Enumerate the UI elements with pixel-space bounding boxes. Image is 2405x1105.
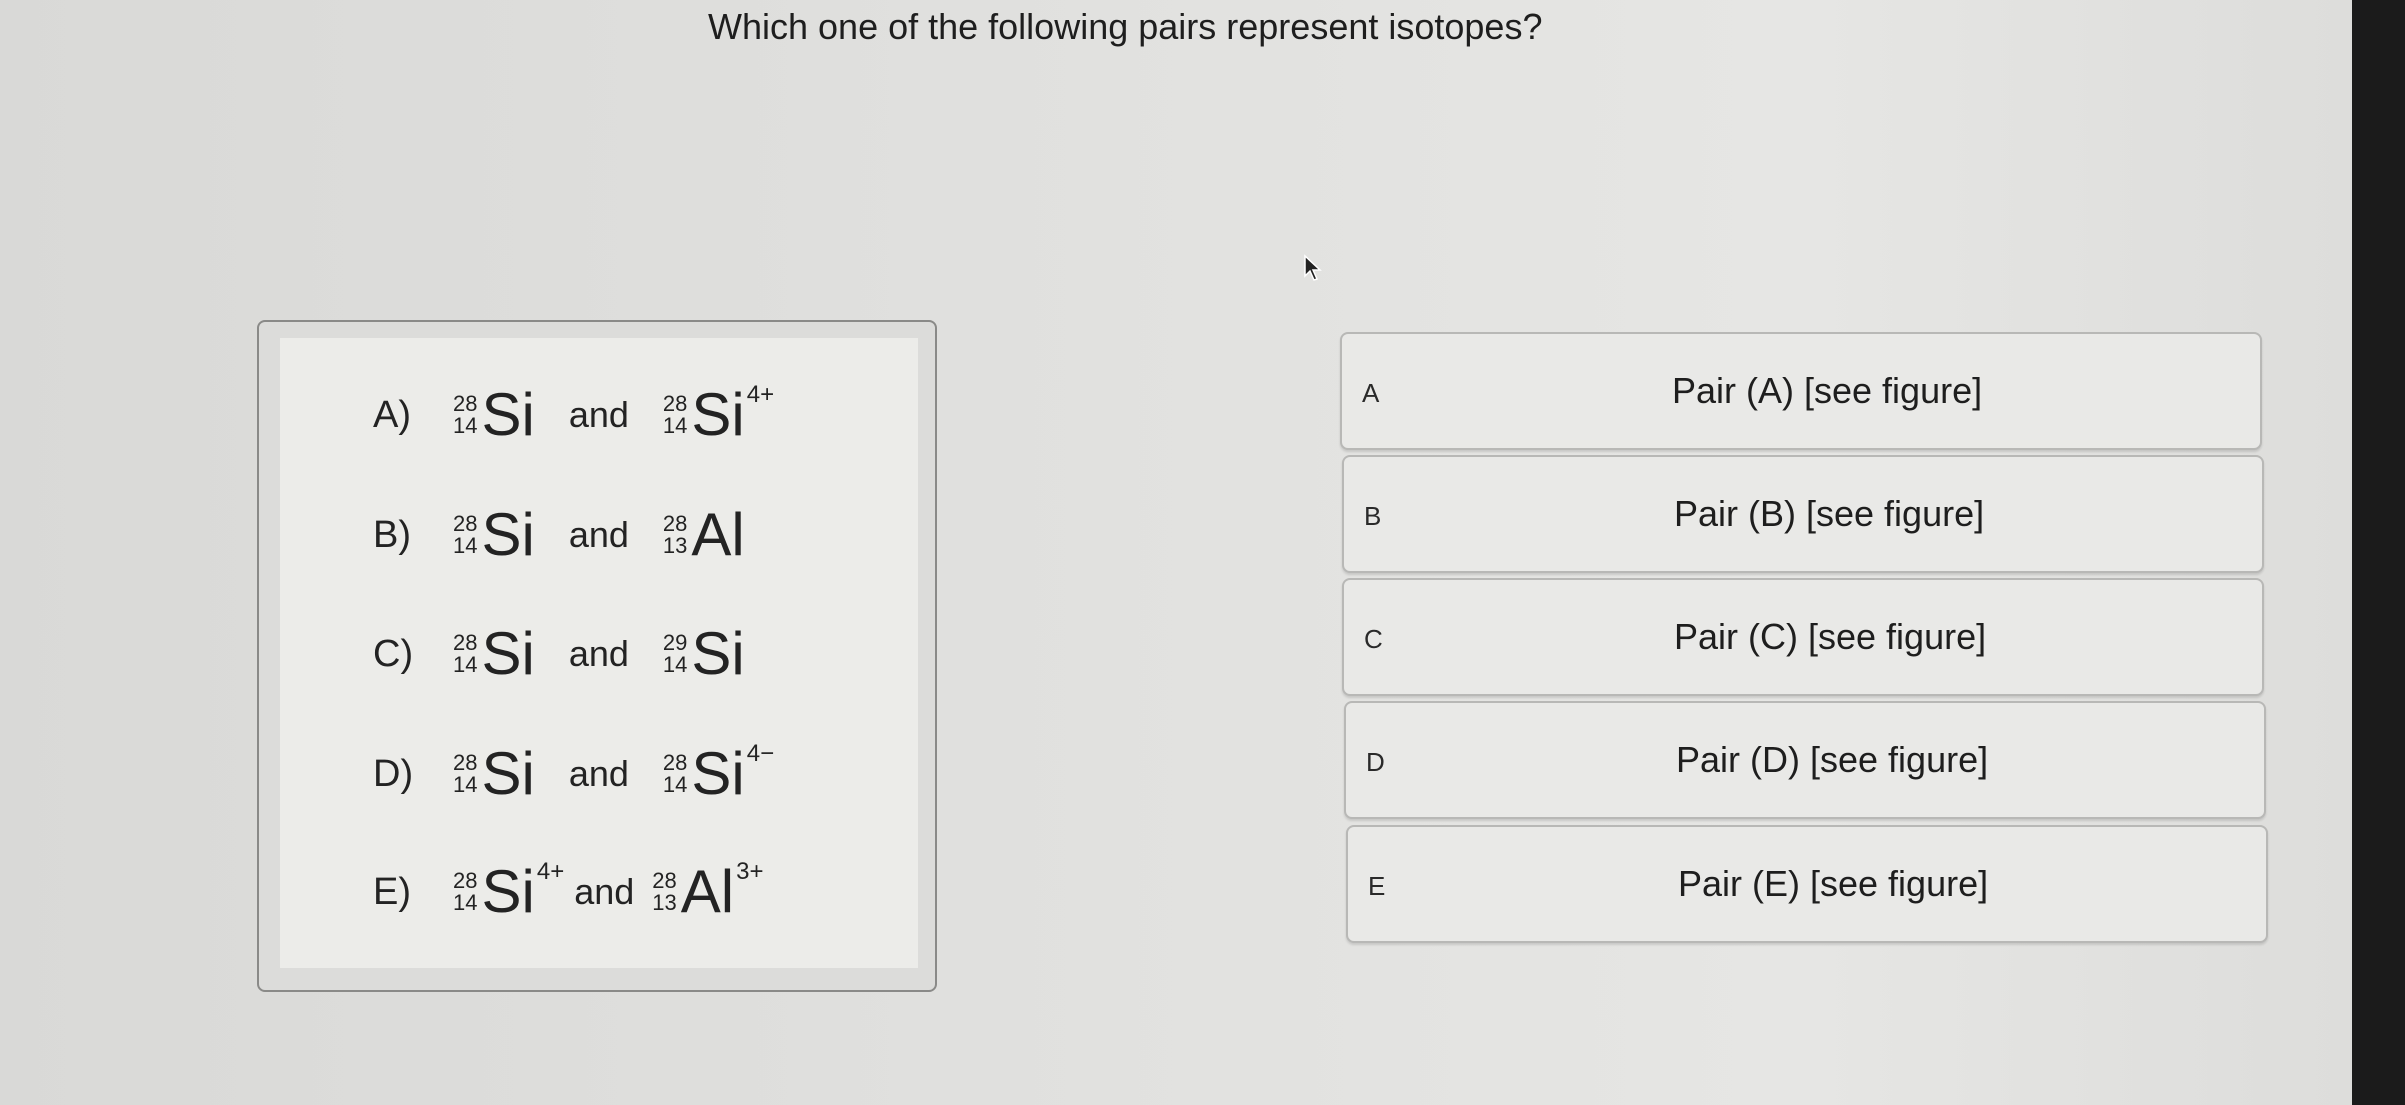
mass-number: 28: [652, 868, 677, 893]
nuclide-right: 28 13 Al 3+: [652, 858, 763, 925]
atomic-number: 14: [453, 533, 478, 558]
and-word: and: [574, 871, 635, 912]
ion-charge: 3+: [736, 858, 764, 885]
option-label: Pair (C) [see figure]: [1674, 616, 1987, 657]
answer-option-d[interactable]: D Pair (D) [see figure]: [1344, 701, 2266, 819]
figure-row-letter: B): [373, 513, 411, 556]
atomic-number: 13: [652, 890, 677, 915]
atomic-number: 14: [453, 890, 478, 915]
figure-row-d: D) 28 14 Si and 28 14 Si 4−: [373, 734, 774, 814]
option-letter: A: [1362, 378, 1380, 408]
element-symbol: Si: [481, 381, 535, 448]
element-symbol: Si: [481, 740, 535, 807]
atomic-number: 14: [662, 652, 688, 677]
question-text: Which one of the following pairs represe…: [708, 6, 1543, 47]
element-symbol: Si: [481, 858, 535, 925]
mass-number: 28: [453, 391, 478, 416]
ion-charge: 4+: [536, 858, 565, 885]
atomic-number: 13: [662, 533, 688, 558]
figure-row-c: C) 28 14 Si and 29 14 Si: [373, 614, 745, 694]
nuclide-left: 28 14 Si: [453, 385, 535, 445]
ion-charge: 4−: [746, 740, 775, 767]
mass-number: 29: [662, 630, 688, 655]
mass-number: 28: [662, 750, 688, 775]
mass-number: 28: [662, 391, 688, 416]
atomic-number: 14: [453, 652, 478, 677]
mouse-pointer-icon: [1304, 254, 1322, 281]
atomic-number: 14: [662, 413, 688, 438]
option-letter: E: [1368, 871, 1386, 901]
nuclide-left: 28 14 Si 4+: [453, 858, 564, 925]
option-label: Pair (A) [see figure]: [1672, 370, 1983, 411]
and-word: and: [568, 633, 629, 674]
atomic-number: 14: [662, 772, 688, 797]
option-label: Pair (B) [see figure]: [1674, 493, 1985, 534]
mass-number: 28: [662, 511, 688, 536]
element-symbol: Si: [481, 501, 535, 568]
element-symbol: Si: [691, 620, 745, 687]
figure-row-letter: C): [373, 632, 414, 675]
mass-number: 28: [453, 868, 478, 893]
figure-row-letter: A): [373, 393, 411, 436]
nuclide-left: 28 14 Si: [453, 624, 535, 684]
figure-row-e: E) 28 14 Si 4+ and 28 13 Al 3+: [373, 852, 764, 932]
atomic-number: 14: [453, 772, 478, 797]
dark-screen-edge: [2352, 0, 2405, 1105]
answer-option-e[interactable]: E Pair (E) [see figure]: [1346, 825, 2268, 943]
ion-charge: 4+: [746, 381, 775, 408]
element-symbol: Si: [691, 381, 745, 448]
and-word: and: [568, 753, 629, 794]
nuclide-right: 28 13 Al: [663, 505, 745, 565]
mass-number: 28: [453, 750, 478, 775]
figure-row-letter: D): [373, 752, 414, 795]
option-letter: B: [1364, 501, 1382, 531]
figure-row-letter: E): [373, 870, 411, 913]
element-symbol: Si: [481, 620, 535, 687]
nuclide-right: 29 14 Si: [663, 624, 745, 684]
nuclide-right: 28 14 Si 4+: [662, 381, 774, 448]
mass-number: 28: [453, 511, 478, 536]
figure-row-a: A) 28 14 Si and 28 14 Si 4+: [373, 375, 774, 455]
answer-option-b[interactable]: B Pair (B) [see figure]: [1342, 455, 2264, 573]
answer-option-a[interactable]: A Pair (A) [see figure]: [1340, 332, 2262, 450]
option-letter: C: [1364, 624, 1383, 654]
option-label: Pair (D) [see figure]: [1676, 739, 1989, 780]
answer-option-c[interactable]: C Pair (C) [see figure]: [1342, 578, 2264, 696]
atomic-number: 14: [453, 413, 478, 438]
nuclide-left: 28 14 Si: [453, 505, 535, 565]
figure-row-b: B) 28 14 Si and 28 13 Al: [373, 495, 745, 575]
element-symbol: Al: [691, 501, 745, 568]
element-symbol: Al: [680, 858, 735, 925]
nuclide-right: 28 14 Si 4−: [662, 740, 774, 807]
mass-number: 28: [453, 630, 478, 655]
nuclide-left: 28 14 Si: [453, 744, 535, 804]
and-word: and: [568, 514, 629, 555]
and-word: and: [568, 394, 629, 435]
option-letter: D: [1366, 747, 1385, 777]
element-symbol: Si: [691, 740, 745, 807]
option-label: Pair (E) [see figure]: [1678, 863, 1989, 904]
